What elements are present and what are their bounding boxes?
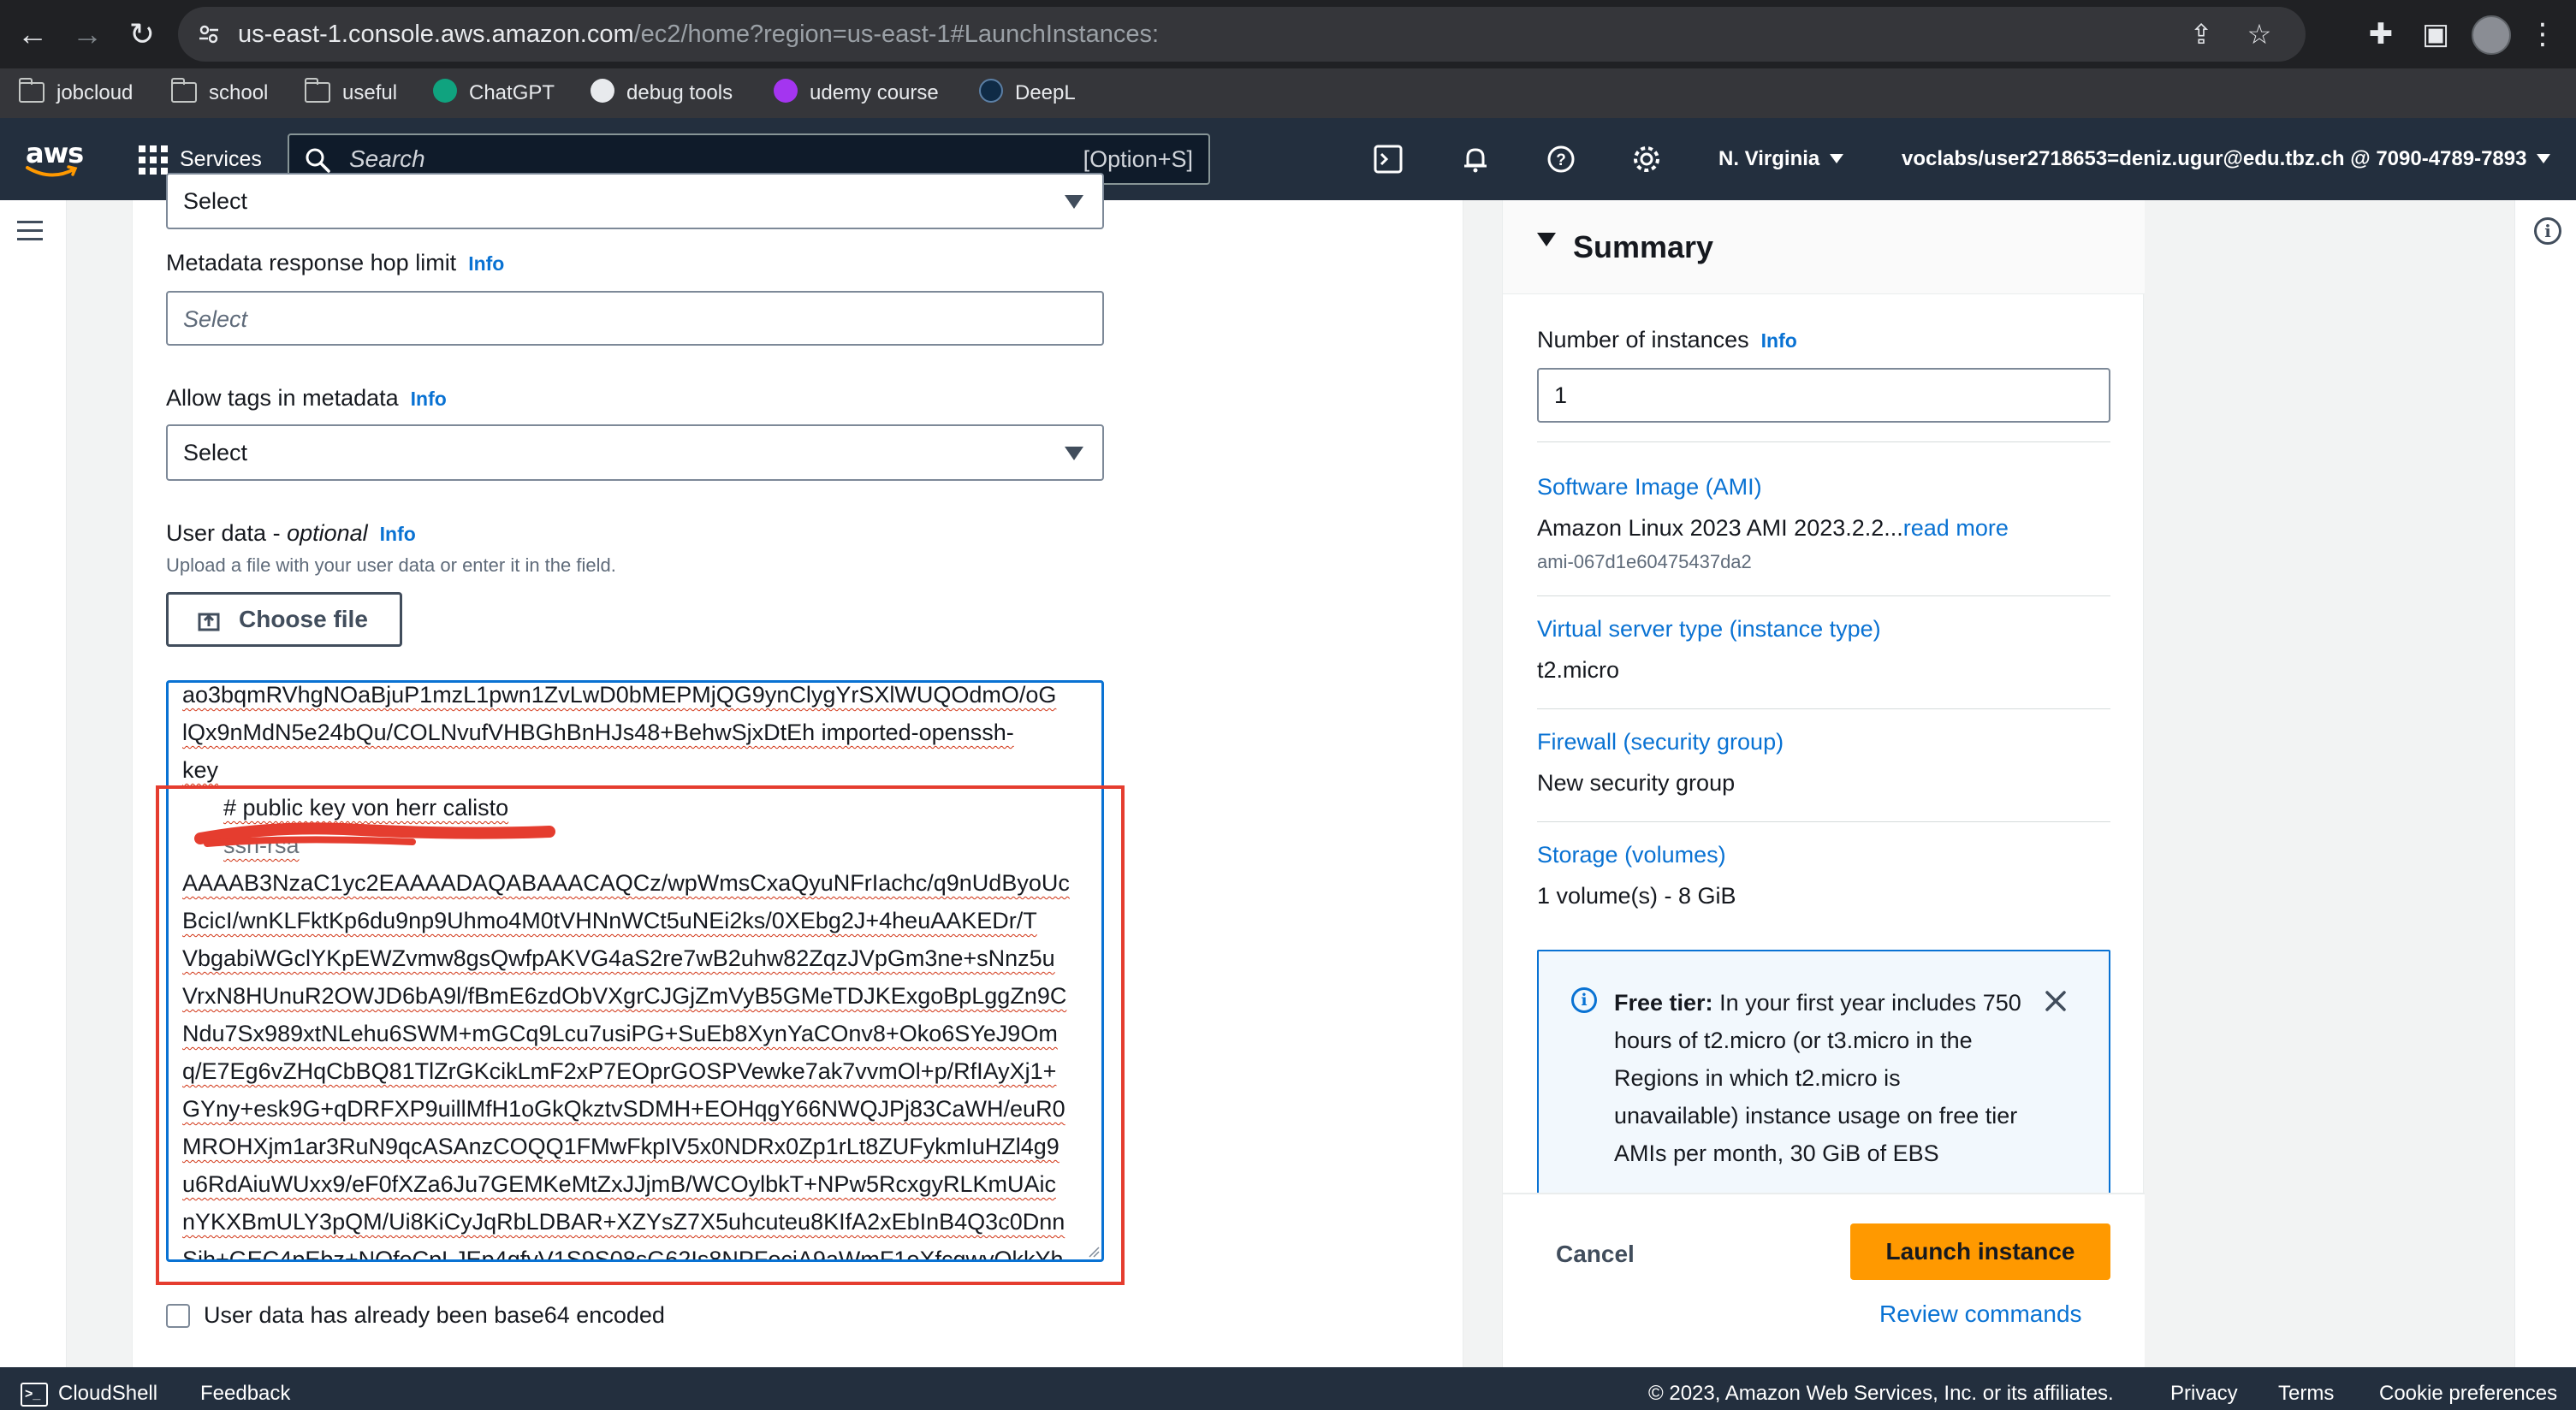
cloudshell-link[interactable]: CloudShell xyxy=(58,1367,157,1410)
storage-value: 1 volume(s) - 8 GiB xyxy=(1537,883,1736,909)
forward-icon[interactable]: → xyxy=(67,14,108,55)
instance-type-value: t2.micro xyxy=(1537,657,1620,683)
base64-checkbox[interactable] xyxy=(166,1304,190,1328)
help-panel-rail: i xyxy=(2514,200,2576,1367)
allow-tags-info-link[interactable]: Info xyxy=(411,388,447,410)
bookmark-star-icon[interactable]: ☆ xyxy=(2244,19,2275,50)
folder-icon xyxy=(305,78,330,103)
num-instances-label: Number of instances Info xyxy=(1537,327,1797,352)
extensions-icon[interactable]: ✚ xyxy=(2364,17,2398,51)
firewall-link[interactable]: Firewall (security group) xyxy=(1537,729,1784,755)
divider xyxy=(1537,441,2110,442)
bookmark-deepl[interactable]: DeepL xyxy=(979,68,1076,118)
account-menu[interactable]: voclabs/user2718653=deniz.ugur@edu.tbz.c… xyxy=(1902,118,2551,200)
storage-link[interactable]: Storage (volumes) xyxy=(1537,842,1726,868)
summary-panel: Summary Number of instances Info 1 Softwa… xyxy=(1502,200,2145,1367)
launch-instance-button[interactable]: Launch instance xyxy=(1850,1223,2110,1280)
side-navigation-rail xyxy=(0,200,67,1367)
back-icon[interactable]: ← xyxy=(12,14,53,55)
redaction-scribble xyxy=(194,822,555,847)
site-info-icon[interactable] xyxy=(197,22,221,46)
divider xyxy=(1537,821,2110,822)
bookmark-udemy[interactable]: udemy course xyxy=(774,68,939,118)
user-data-line: lQx9nMdN5e24bQu/COLNvufVHBGhBnHJs48+Behw… xyxy=(182,720,1014,745)
profile-avatar[interactable] xyxy=(2472,15,2511,55)
svg-text:?: ? xyxy=(1556,151,1566,169)
copyright-text: © 2023, Amazon Web Services, Inc. or its… xyxy=(1648,1382,2114,1405)
share-icon[interactable]: ⇪ xyxy=(2186,19,2217,50)
firewall-value: New security group xyxy=(1537,770,1736,796)
folder-icon xyxy=(19,78,45,103)
user-data-info-link[interactable]: Info xyxy=(380,523,416,545)
info-panel-icon[interactable]: i xyxy=(2534,217,2561,245)
allow-tags-label: Allow tags in metadata Info xyxy=(166,385,447,411)
user-data-label: User data - optional Info xyxy=(166,520,416,546)
bookmark-useful[interactable]: useful xyxy=(305,68,397,118)
allow-tags-select[interactable]: Select xyxy=(166,424,1104,481)
help-icon[interactable]: ? xyxy=(1542,140,1580,178)
upload-icon xyxy=(198,613,220,631)
aws-smile-icon xyxy=(26,165,78,177)
summary-actions: Cancel Launch instance Review commands xyxy=(1503,1193,2145,1367)
bookmark-jobcloud[interactable]: jobcloud xyxy=(19,68,133,118)
summary-title: Summary xyxy=(1573,229,1714,264)
settings-gear-icon[interactable] xyxy=(1628,140,1665,178)
info-icon: i xyxy=(1571,987,1597,1013)
nav-overlay-spacer xyxy=(132,118,1463,200)
privacy-link[interactable]: Privacy xyxy=(2170,1367,2238,1410)
udemy-icon xyxy=(774,79,798,103)
num-instances-info-link[interactable]: Info xyxy=(1761,329,1797,352)
deepl-icon xyxy=(979,79,1003,103)
address-bar[interactable]: us-east-1.console.aws.amazon.com/ec2/hom… xyxy=(178,7,2306,62)
menu-hamburger-icon[interactable] xyxy=(17,221,43,241)
ami-value: Amazon Linux 2023 AMI 2023.2.2...read mo… xyxy=(1537,515,2009,541)
browser-menu-icon[interactable]: ⋮ xyxy=(2528,17,2557,51)
region-selector[interactable]: N. Virginia xyxy=(1718,118,1844,200)
hop-limit-info-link[interactable]: Info xyxy=(468,252,504,275)
base64-checkbox-label: User data has already been base64 encode… xyxy=(204,1302,665,1328)
side-panel-icon[interactable]: ▣ xyxy=(2419,17,2453,51)
ami-id: ami-067d1e60475437da2 xyxy=(1537,551,1752,572)
review-commands-link[interactable]: Review commands xyxy=(1879,1297,2082,1331)
close-icon[interactable] xyxy=(2039,984,2073,1018)
divider xyxy=(1537,595,2110,596)
num-instances-input[interactable]: 1 xyxy=(1537,368,2110,423)
cancel-button[interactable]: Cancel xyxy=(1556,1232,1635,1277)
instance-type-link[interactable]: Virtual server type (instance type) xyxy=(1537,616,1881,643)
summary-header[interactable]: Summary xyxy=(1503,200,2145,294)
reload-icon[interactable]: ↻ xyxy=(122,14,163,55)
chatgpt-icon xyxy=(433,79,457,103)
folder-icon xyxy=(171,78,197,103)
highlight-annotation-box xyxy=(156,785,1125,1285)
bookmark-debug-tools[interactable]: debug tools xyxy=(591,68,733,118)
collapse-caret-icon[interactable] xyxy=(1537,233,1556,246)
user-data-line: ao3bqmRVhgNOaBjuP1mzL1pwn1ZvLwD0bMEPMjQG… xyxy=(182,682,1057,708)
bookmark-chatgpt[interactable]: ChatGPT xyxy=(433,68,555,118)
free-tier-text: Free tier: In your first year includes 7… xyxy=(1614,990,2021,1166)
dropdown-arrow-icon xyxy=(1065,447,1083,460)
divider xyxy=(1537,708,2110,709)
user-data-line: key xyxy=(182,757,219,783)
ami-link[interactable]: Software Image (AMI) xyxy=(1537,474,1762,501)
browser-toolbar: ← → ↻ us-east-1.console.aws.amazon.com/e… xyxy=(0,0,2576,68)
user-data-description: Upload a file with your user data or ent… xyxy=(166,554,616,576)
free-tier-alert: i Free tier: In your first year includes… xyxy=(1537,950,2110,1198)
cookie-preferences-link[interactable]: Cookie preferences xyxy=(2379,1367,2557,1410)
globe-icon xyxy=(591,79,614,103)
bookmark-school[interactable]: school xyxy=(171,68,268,118)
feedback-link[interactable]: Feedback xyxy=(200,1367,290,1410)
choose-file-button[interactable]: Choose file xyxy=(166,592,402,647)
aws-logo[interactable]: aws xyxy=(24,137,84,181)
ami-read-more-link[interactable]: read more xyxy=(1903,515,2009,541)
console-footer: >_ CloudShell Feedback © 2023, Amazon We… xyxy=(0,1367,2576,1410)
hop-limit-input[interactable]: Select xyxy=(166,291,1104,346)
bookmarks-bar: jobcloud school useful ChatGPT debug too… xyxy=(0,68,2576,118)
hop-limit-label: Metadata response hop limit Info xyxy=(166,250,505,275)
url-text: us-east-1.console.aws.amazon.com/ec2/hom… xyxy=(238,21,1160,48)
terms-link[interactable]: Terms xyxy=(2278,1367,2334,1410)
cloudshell-icon[interactable]: >_ xyxy=(21,1383,48,1407)
